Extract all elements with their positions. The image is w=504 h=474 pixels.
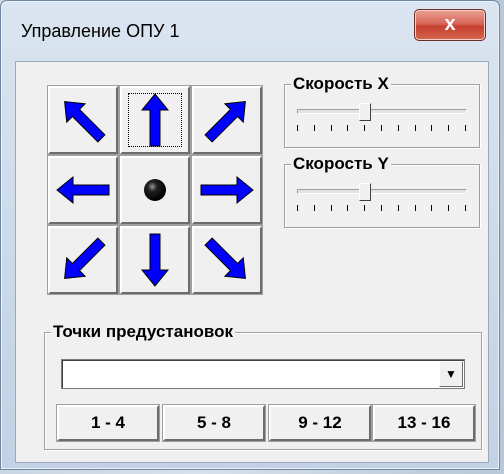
speed-x-group: Скорость X [284, 74, 480, 148]
slider-tick [297, 205, 298, 211]
slider-tick [431, 205, 432, 211]
arrow-down-icon [140, 233, 170, 287]
slider-tick [398, 125, 399, 131]
move-down-left-button[interactable] [47, 225, 119, 295]
slider-tick [381, 205, 382, 211]
slider-tick [448, 205, 449, 211]
preset-1-4-button[interactable]: 1 - 4 [56, 404, 160, 442]
preset-13-16-button[interactable]: 13 - 16 [372, 404, 476, 442]
slider-track [297, 109, 467, 114]
speed-x-slider[interactable] [297, 103, 469, 133]
presets-label: Точки предустановок [51, 322, 235, 342]
arrow-left-icon [56, 175, 110, 205]
move-left-button[interactable] [47, 155, 119, 225]
dropdown-button[interactable]: ▼ [439, 361, 463, 387]
slider-tick [297, 125, 298, 131]
slider-tick [415, 125, 416, 131]
slider-tick [364, 205, 365, 211]
speed-y-group: Скорость Y [284, 154, 480, 228]
window-title: Управление ОПУ 1 [21, 21, 180, 41]
move-up-button[interactable] [119, 85, 191, 155]
stop-dot-icon [144, 179, 166, 201]
slider-tick [347, 205, 348, 211]
title-bar[interactable]: Управление ОПУ 1 x [1, 1, 499, 59]
slider-tick [465, 125, 466, 131]
speed-y-slider[interactable] [297, 183, 469, 213]
preset-5-8-button[interactable]: 5 - 8 [162, 404, 266, 442]
arrow-right-icon [200, 175, 254, 205]
slider-tick [314, 125, 315, 131]
slider-tick [331, 205, 332, 211]
slider-tick [381, 125, 382, 131]
move-down-right-button[interactable] [191, 225, 263, 295]
speed-x-label: Скорость X [291, 74, 391, 94]
stop-button[interactable] [119, 155, 191, 225]
slider-tick [431, 125, 432, 131]
dropdown-arrow-icon: ▼ [445, 367, 457, 381]
slider-tick [314, 205, 315, 211]
arrow-up-left-icon [64, 101, 106, 143]
client-area: Скорость X Скорость Y Точки предустаново… [15, 61, 489, 463]
slider-tick [347, 125, 348, 131]
move-right-button[interactable] [191, 155, 263, 225]
focus-rectangle [128, 93, 182, 147]
speed-y-label: Скорость Y [291, 154, 391, 174]
slider-tick [364, 125, 365, 131]
presets-group: Точки предустановок ▼ 1 - 4 5 - 8 9 - 12… [44, 322, 482, 450]
slider-tick [415, 205, 416, 211]
slider-thumb[interactable] [359, 183, 372, 201]
close-button[interactable]: x [414, 9, 486, 41]
close-icon: x [444, 13, 456, 35]
slider-thumb[interactable] [359, 103, 372, 121]
arrow-down-right-icon [204, 237, 246, 279]
arrow-up-right-icon [204, 101, 246, 143]
slider-tick [331, 125, 332, 131]
move-down-button[interactable] [119, 225, 191, 295]
arrow-down-left-icon [64, 237, 106, 279]
slider-track [297, 189, 467, 194]
slider-tick [398, 205, 399, 211]
move-up-left-button[interactable] [47, 85, 119, 155]
move-up-right-button[interactable] [191, 85, 263, 155]
slider-tick [448, 125, 449, 131]
preset-combobox[interactable]: ▼ [61, 359, 465, 389]
slider-tick [465, 205, 466, 211]
preset-9-12-button[interactable]: 9 - 12 [268, 404, 372, 442]
control-window: Управление ОПУ 1 x Скорость X Скорость Y… [0, 0, 500, 470]
